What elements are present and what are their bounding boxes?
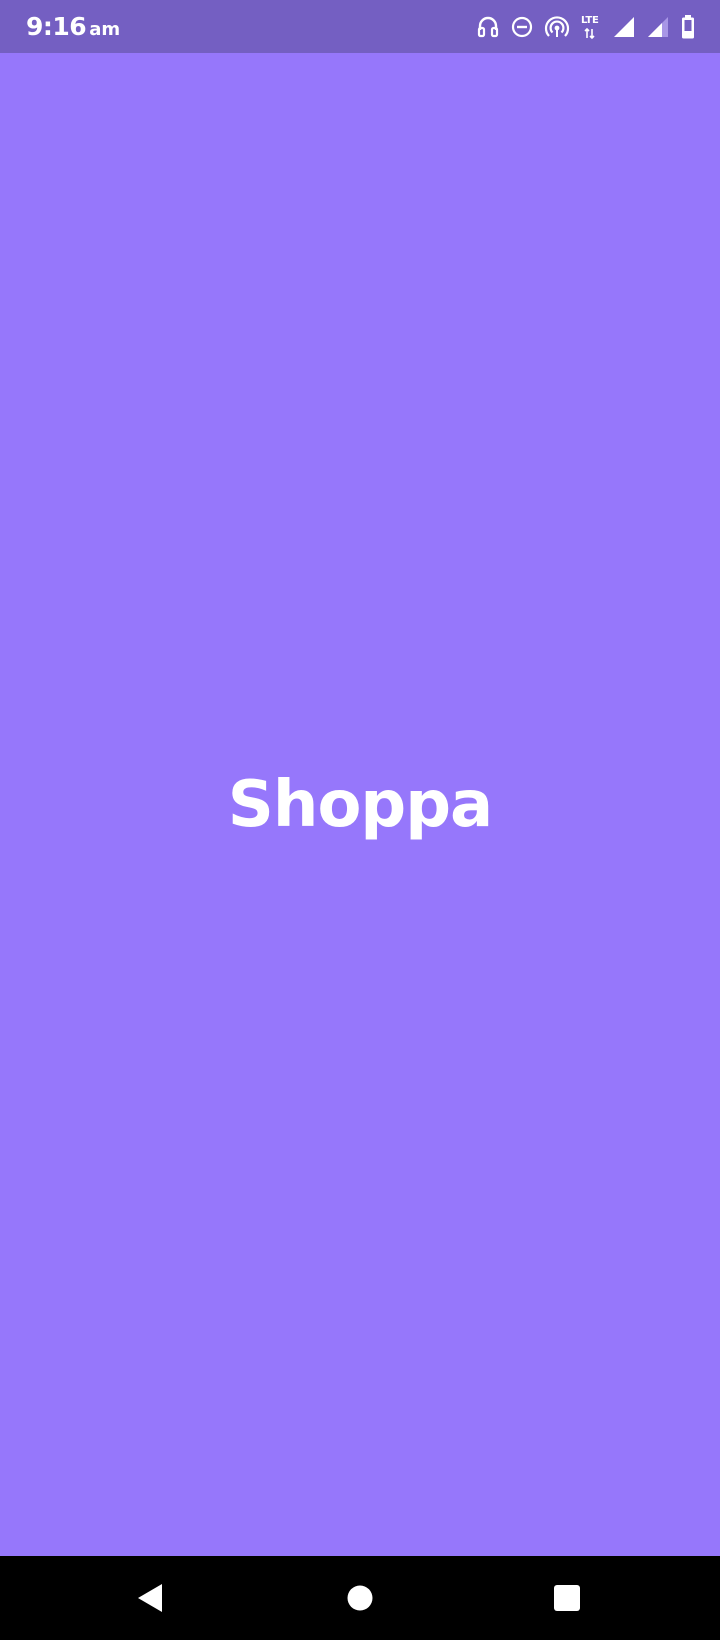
app-logo-title: Shoppa — [227, 767, 493, 842]
status-icons: LTE — [476, 14, 696, 40]
back-icon — [138, 1584, 162, 1612]
home-icon — [347, 1585, 373, 1611]
clock-ampm: am — [89, 19, 121, 40]
home-button[interactable] — [315, 1556, 405, 1640]
recents-icon — [554, 1585, 580, 1611]
navigation-bar — [0, 1556, 720, 1640]
lte-icon: LTE — [580, 14, 602, 40]
clock-time: 9:16 — [26, 12, 87, 41]
status-bar: 9:16 am LTE — [0, 0, 720, 53]
headphones-icon — [476, 15, 500, 39]
recents-button[interactable] — [522, 1556, 612, 1640]
signal-secondary-icon — [646, 15, 670, 39]
battery-icon — [680, 14, 696, 40]
splash-screen: Shoppa — [0, 53, 720, 1556]
hotspot-icon — [544, 15, 570, 39]
signal-icon — [612, 15, 636, 39]
status-clock: 9:16 am — [26, 12, 120, 41]
do-not-disturb-icon — [510, 15, 534, 39]
back-button[interactable] — [105, 1556, 195, 1640]
